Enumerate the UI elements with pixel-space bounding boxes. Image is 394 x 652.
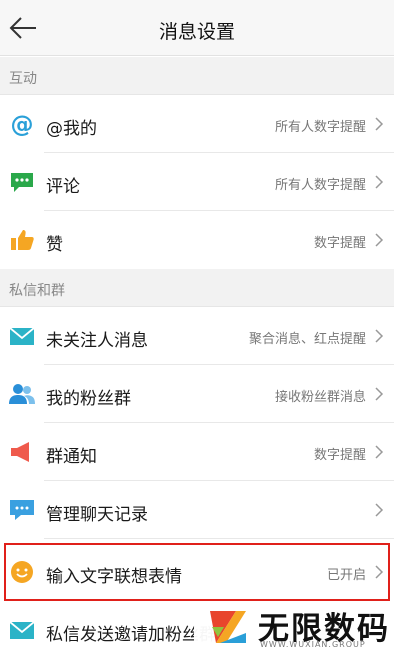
setting-label: 评论 — [46, 177, 80, 197]
setting-label: 管理聊天记录 — [46, 505, 148, 525]
page-title: 消息设置 — [158, 21, 235, 43]
setting-label: 群通知 — [46, 447, 97, 467]
group-icon — [9, 384, 35, 404]
setting-value: 接收粉丝群消息 — [274, 390, 366, 405]
section-header-interaction: 互动 — [0, 57, 394, 95]
mail-icon — [9, 327, 35, 345]
thumbs-up-icon — [11, 230, 34, 250]
watermark: 无限数码 WWW.WUXIAN.GROUP — [194, 601, 394, 652]
setting-label: 赞 — [46, 235, 63, 255]
setting-row-comments[interactable]: 评论 所有人数字提醒 — [0, 153, 394, 211]
megaphone-icon — [11, 442, 29, 462]
setting-label: 我的粉丝群 — [46, 389, 131, 409]
setting-row-fan-groups[interactable]: 我的粉丝群 接收粉丝群消息 — [0, 365, 394, 423]
highlight-box — [4, 543, 390, 601]
setting-value: 所有人数字提醒 — [274, 120, 366, 135]
chevron-right-icon — [375, 329, 384, 343]
setting-label: @我的 — [46, 119, 97, 139]
setting-label: 私信发送邀请加粉丝群 — [46, 625, 216, 645]
setting-row-manage-chat-history[interactable]: 管理聊天记录 — [0, 481, 394, 539]
at-icon: @ — [11, 112, 34, 136]
divider — [44, 538, 394, 539]
setting-value: 聚合消息、红点提醒 — [248, 332, 366, 347]
setting-row-group-notices[interactable]: 群通知 数字提醒 — [0, 423, 394, 481]
setting-row-at-me[interactable]: @ @我的 所有人数字提醒 — [0, 95, 394, 153]
brand-logo-icon — [210, 611, 246, 643]
chat-bubble-icon — [10, 500, 34, 520]
mail-icon — [9, 621, 35, 639]
chevron-right-icon — [375, 445, 384, 459]
top-bar: 消息设置 — [0, 0, 394, 56]
setting-row-likes[interactable]: 赞 数字提醒 — [0, 211, 394, 269]
setting-label: 未关注人消息 — [46, 331, 148, 351]
section-header-messages-groups: 私信和群 — [0, 269, 394, 307]
setting-value: 数字提醒 — [313, 448, 366, 463]
chevron-right-icon — [375, 175, 384, 189]
svg-text:@: @ — [11, 112, 34, 136]
chevron-right-icon — [375, 503, 384, 517]
chevron-right-icon — [375, 233, 384, 247]
chevron-right-icon — [375, 117, 384, 131]
chevron-right-icon — [375, 387, 384, 401]
setting-row-unfollowed-messages[interactable]: 未关注人消息 聚合消息、红点提醒 — [0, 307, 394, 365]
setting-value: 数字提醒 — [313, 236, 366, 251]
setting-value: 所有人数字提醒 — [274, 178, 366, 193]
watermark-url: WWW.WUXIAN.GROUP — [260, 640, 366, 649]
comment-icon — [11, 173, 33, 192]
